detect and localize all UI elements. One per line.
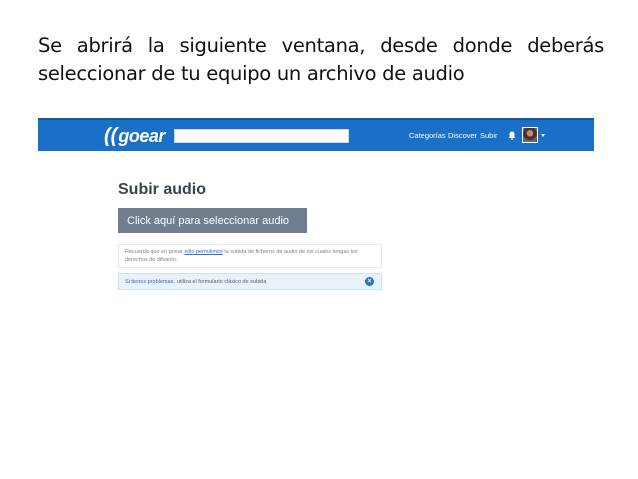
notice-link[interactable]: sólo permitimos (184, 249, 223, 255)
close-icon[interactable]: × (365, 277, 374, 286)
search-input[interactable] (174, 129, 349, 143)
select-audio-button[interactable]: Click aquí para seleccionar audio (118, 208, 307, 233)
nav-subir[interactable]: Subir (480, 120, 498, 151)
caption-line-1: Se abrirá la siguiente ventana, desde do… (38, 34, 604, 57)
problems-lead: Si tienes problemas, (125, 278, 175, 285)
top-navbar: (( goear Categorías Discover Subir (38, 118, 594, 151)
bell-icon[interactable] (508, 131, 516, 140)
notice-text-before: Recuerda que en goear (125, 249, 185, 255)
page-title: Subir audio (118, 181, 206, 198)
nav-discover[interactable]: Discover (448, 120, 477, 151)
logo-text: goear (118, 125, 165, 146)
goear-logo[interactable]: (( goear (104, 125, 165, 147)
caption-line-2: seleccionar de tu equipo un archivo de a… (38, 62, 465, 85)
avatar[interactable] (522, 127, 538, 143)
problems-banner: Si tienes problemas, utiliza el formular… (118, 273, 382, 290)
classic-upload-link[interactable]: utiliza el formulario clásico de subida (177, 279, 267, 285)
caret-down-icon[interactable] (541, 134, 545, 137)
slide-caption: Se abrirá la siguiente ventana, desde do… (38, 32, 604, 88)
goear-screenshot: (( goear Categorías Discover Subir Subir… (38, 118, 594, 308)
nav-categorias[interactable]: Categorías (409, 120, 446, 151)
logo-mark-icon: (( (104, 125, 118, 147)
rights-notice: Recuerda que en goear sólo permitimos la… (118, 244, 382, 268)
